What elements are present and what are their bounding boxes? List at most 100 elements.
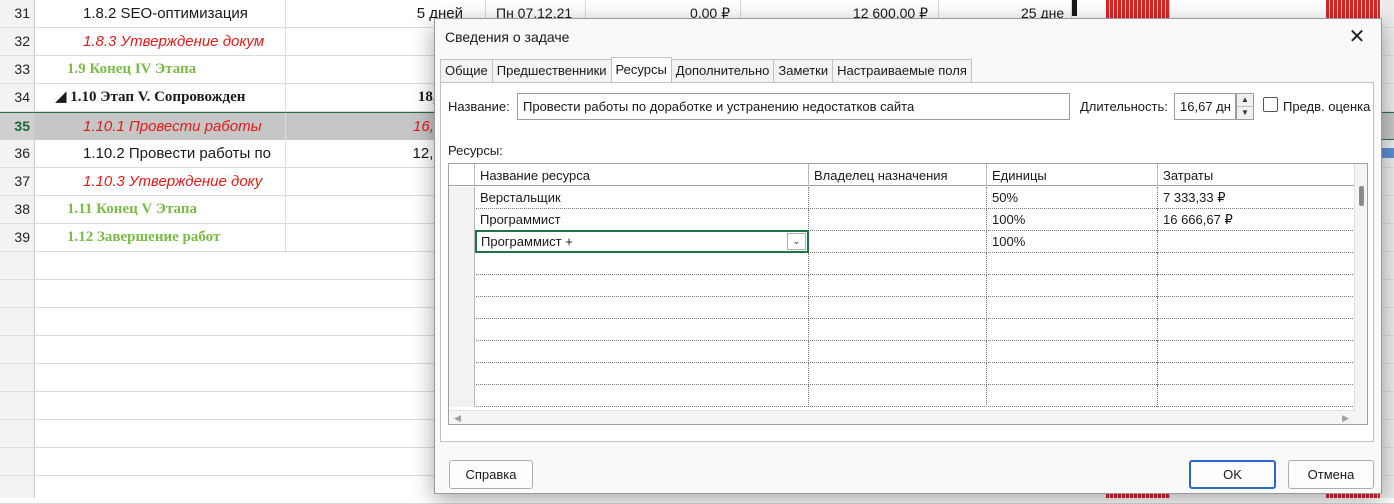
row-selector[interactable] [449,341,475,363]
col-cost[interactable]: Затраты [1158,164,1355,186]
col-units[interactable]: Единицы [987,164,1158,186]
scroll-right-icon[interactable]: ▶ [1342,413,1349,424]
horizontal-scrollbar[interactable]: ◀ ▶ [449,410,1355,424]
name-label: Название: [448,99,510,114]
col-resource-name[interactable]: Название ресурса [475,164,809,186]
task-name-cell[interactable]: 1.10.3 Утверждение доку [35,168,286,195]
spin-up-icon[interactable]: ▲ [1237,94,1253,106]
empty-cell[interactable] [475,385,809,407]
task-name-cell[interactable]: 1.11 Конец V Этапа [35,196,286,223]
task-name-field[interactable]: Провести работы по доработке и устранени… [517,93,1070,120]
empty-grid-row[interactable] [449,253,1355,275]
empty-cell[interactable] [987,319,1158,341]
task-name-cell[interactable]: ◢ 1.10 Этап V. Сопровожден [35,84,286,111]
grid-row[interactable]: Верстальщик 50% 7 333,33 ₽ [449,187,1355,209]
row-selector[interactable] [449,385,475,407]
empty-cell[interactable] [987,297,1158,319]
task-name-cell[interactable]: 1.9 Конец IV Этапа [35,56,286,83]
resources-panel: Название: Провести работы по доработке и… [440,82,1374,442]
tab-advanced[interactable]: Дополнительно [670,59,775,82]
row-number: 32 [0,28,35,55]
help-button[interactable]: Справка [449,460,533,489]
row-selector[interactable] [449,275,475,297]
units-cell[interactable]: 100% [987,231,1158,253]
cost-cell[interactable] [1158,231,1355,253]
empty-grid-row[interactable] [449,363,1355,385]
row-selector[interactable] [449,319,475,341]
empty-cell[interactable] [809,385,987,407]
resource-name-cell[interactable]: Верстальщик [475,187,809,209]
row-selector[interactable] [449,231,475,253]
empty-grid-row[interactable] [449,385,1355,407]
grid-row[interactable]: Программист 100% 16 666,67 ₽ [449,209,1355,231]
empty-cell[interactable] [809,319,987,341]
empty-cell[interactable] [475,275,809,297]
empty-cell[interactable] [987,253,1158,275]
empty-cell[interactable] [809,253,987,275]
empty-cell[interactable] [475,319,809,341]
close-icon[interactable]: ✕ [1345,25,1369,49]
row-number: 35 [0,113,35,140]
empty-cell[interactable] [475,341,809,363]
tab-notes[interactable]: Заметки [773,59,834,82]
tab-resources[interactable]: Ресурсы [610,57,672,82]
empty-cell[interactable] [809,297,987,319]
scroll-thumb[interactable] [1359,186,1364,206]
units-cell[interactable]: 100% [987,209,1158,231]
task-name-cell[interactable]: 1.10.1 Провести работы [35,113,286,140]
empty-cell[interactable] [809,363,987,385]
owner-cell[interactable] [809,209,987,231]
empty-cell[interactable] [987,341,1158,363]
scroll-left-icon[interactable]: ◀ [454,413,461,424]
empty-grid-row[interactable] [449,297,1355,319]
empty-cell[interactable] [475,253,809,275]
cost-cell[interactable]: 7 333,33 ₽ [1158,187,1355,209]
tab-custom-fields[interactable]: Настраиваемые поля [832,59,972,82]
tab-predecessors[interactable]: Предшественники [491,59,612,82]
row-number: 37 [0,168,35,195]
empty-cell[interactable] [987,385,1158,407]
units-cell[interactable]: 50% [987,187,1158,209]
row-number: 31 [0,0,35,27]
ok-button[interactable]: OK [1189,460,1276,489]
duration-spinner[interactable]: ▲ ▼ [1236,93,1254,120]
row-selector[interactable] [449,187,475,209]
task-name-cell[interactable]: 1.8.2 SEO-оптимизация [35,0,286,27]
owner-cell[interactable] [809,231,987,253]
resource-name-dropdown[interactable]: Программист + ⌄ [475,230,809,253]
row-selector[interactable] [449,297,475,319]
task-name: 1.12 Завершение работ [67,229,221,245]
empty-cell[interactable] [475,297,809,319]
empty-grid-row[interactable] [449,341,1355,363]
duration-label: Длительность: [1080,99,1168,114]
empty-cell[interactable] [809,341,987,363]
spin-down-icon[interactable]: ▼ [1237,106,1253,118]
empty-grid-row[interactable] [449,275,1355,297]
empty-cell[interactable] [987,363,1158,385]
task-name-cell[interactable]: 1.12 Завершение работ [35,224,286,251]
task-name-cell[interactable]: 1.8.3 Утверждение докум [35,28,286,55]
grid-header: Название ресурса Владелец назначения Еди… [449,164,1355,186]
cost-cell[interactable]: 16 666,67 ₽ [1158,209,1355,231]
resources-label: Ресурсы: [448,143,503,158]
empty-cell[interactable] [987,275,1158,297]
duration-field[interactable]: 16,67 дн [1174,93,1236,120]
empty-grid-row[interactable] [449,319,1355,341]
empty-cell[interactable] [809,275,987,297]
task-name-cell[interactable]: 1.10.2 Провести работы по [35,140,286,167]
resource-name-cell[interactable]: Программист [475,209,809,231]
vertical-scrollbar[interactable] [1354,164,1367,424]
row-selector[interactable] [449,363,475,385]
tab-general[interactable]: Общие [440,59,493,82]
estimate-label: Предв. оценка [1283,99,1371,114]
col-assignment-owner[interactable]: Владелец назначения [809,164,987,186]
resources-grid: Название ресурса Владелец назначения Еди… [448,163,1368,425]
empty-cell[interactable] [475,363,809,385]
estimate-checkbox[interactable] [1263,97,1278,112]
task-name: 1.10.3 Утверждение доку [83,173,263,190]
owner-cell[interactable] [809,187,987,209]
chevron-down-icon[interactable]: ⌄ [787,233,806,250]
row-selector[interactable] [449,253,475,275]
row-selector[interactable] [449,209,475,231]
cancel-button[interactable]: Отмена [1288,460,1374,489]
